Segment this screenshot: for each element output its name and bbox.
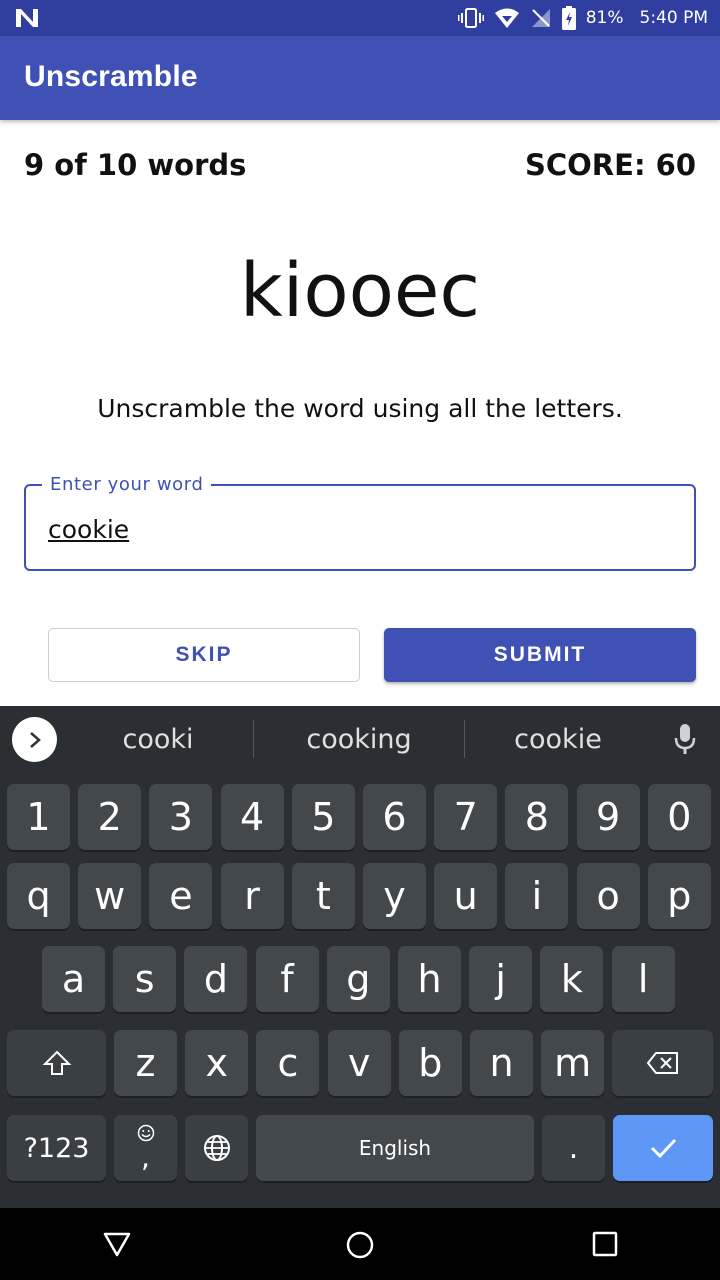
letter-key-row2-7[interactable]: j [469, 946, 533, 1012]
skip-button[interactable]: SKIP [48, 628, 360, 682]
letter-key-row1-3[interactable]: e [149, 863, 213, 929]
letter-key-row3-7[interactable]: m [541, 1030, 605, 1096]
letter-key-row1-10[interactable]: p [647, 863, 711, 929]
letter-key-row2-6[interactable]: h [398, 946, 461, 1012]
suggestion-divider [464, 720, 465, 758]
period-key[interactable]: . [542, 1115, 605, 1181]
number-key-2[interactable]: 2 [78, 784, 142, 850]
microphone-icon[interactable] [672, 722, 698, 758]
letter-key-row3-2[interactable]: x [185, 1030, 249, 1096]
status-time: 5:40 PM [639, 8, 709, 28]
word-input-field[interactable]: Enter your word [24, 474, 696, 571]
emoji-comma-key[interactable]: , [114, 1115, 177, 1181]
home-icon[interactable] [345, 1230, 375, 1260]
suggestion-1[interactable]: cooki [86, 724, 230, 755]
backspace-key[interactable] [612, 1030, 713, 1096]
number-key-9[interactable]: 9 [576, 784, 640, 850]
submit-button[interactable]: SUBMIT [384, 628, 696, 682]
number-key-1[interactable]: 1 [7, 784, 70, 850]
app-title: Unscramble [24, 60, 198, 93]
soft-keyboard: cooki cooking cookie ?123 , English . 1 … [0, 706, 720, 1208]
language-key[interactable] [185, 1115, 248, 1181]
suggestion-strip: cooki cooking cookie [0, 706, 720, 776]
enter-key[interactable] [613, 1115, 713, 1181]
battery-percent: 81% [585, 8, 624, 28]
backspace-icon [646, 1052, 678, 1074]
suggestion-3[interactable]: cookie [476, 724, 640, 755]
comma-label: , [141, 1141, 150, 1174]
score-label: SCORE: 60 [524, 148, 696, 182]
letter-key-row2-4[interactable]: f [255, 946, 319, 1012]
letter-key-row3-3[interactable]: c [256, 1030, 320, 1096]
letter-key-row1-1[interactable]: q [7, 863, 70, 929]
navigation-bar [0, 1208, 720, 1280]
letter-key-row3-6[interactable]: n [470, 1030, 533, 1096]
shift-icon [42, 1050, 71, 1075]
letter-key-row1-4[interactable]: r [220, 863, 284, 929]
checkmark-icon [650, 1138, 677, 1159]
chevron-right-icon [29, 731, 41, 748]
number-key-4[interactable]: 4 [220, 784, 284, 850]
letter-key-row2-9[interactable]: l [611, 946, 675, 1012]
back-icon[interactable] [102, 1230, 132, 1258]
scrambled-word: kiooec [239, 248, 481, 334]
letter-key-row1-7[interactable]: u [434, 863, 498, 929]
number-key-8[interactable]: 8 [505, 784, 569, 850]
recents-icon[interactable] [591, 1230, 619, 1258]
letter-key-row3-4[interactable]: v [327, 1030, 391, 1096]
emoji-icon [137, 1124, 154, 1142]
shift-key[interactable] [7, 1030, 106, 1096]
n-logo-icon [16, 9, 38, 27]
instructions-text: Unscramble the word using all the letter… [97, 394, 623, 423]
suggestion-divider [253, 720, 254, 758]
letter-key-row2-5[interactable]: g [326, 946, 390, 1012]
keyboard-expand-button[interactable] [12, 717, 57, 762]
letter-key-row2-1[interactable]: a [42, 946, 105, 1012]
symbols-key[interactable]: ?123 [7, 1115, 106, 1181]
letter-key-row1-9[interactable]: o [576, 863, 640, 929]
letter-key-row1-6[interactable]: y [363, 863, 426, 929]
status-bar: 81% 5:40 PM [0, 0, 720, 36]
letter-key-row2-3[interactable]: d [184, 946, 248, 1012]
suggestion-2[interactable]: cooking [266, 724, 452, 755]
letter-key-row2-8[interactable]: k [540, 946, 604, 1012]
letter-key-row1-2[interactable]: w [78, 863, 142, 929]
space-key[interactable]: English [256, 1115, 534, 1181]
battery-charging-icon [561, 6, 576, 30]
word-count-progress: 9 of 10 words [24, 148, 247, 182]
letter-key-row2-2[interactable]: s [113, 946, 177, 1012]
globe-icon [203, 1135, 230, 1161]
number-key-10[interactable]: 0 [647, 784, 711, 850]
number-key-7[interactable]: 7 [434, 784, 498, 850]
letter-key-row3-5[interactable]: b [398, 1030, 462, 1096]
app-bar: Unscramble [0, 36, 720, 120]
number-key-6[interactable]: 6 [363, 784, 426, 850]
letter-key-row3-1[interactable]: z [114, 1030, 177, 1096]
letter-key-row1-8[interactable]: i [505, 863, 569, 929]
no-signal-icon [531, 9, 550, 27]
word-input-label: Enter your word [42, 474, 212, 495]
wifi-icon [494, 8, 519, 28]
letter-key-row1-5[interactable]: t [291, 863, 355, 929]
vibrate-icon [457, 8, 484, 28]
word-input[interactable] [48, 512, 648, 546]
number-key-3[interactable]: 3 [149, 784, 213, 850]
number-key-5[interactable]: 5 [291, 784, 355, 850]
